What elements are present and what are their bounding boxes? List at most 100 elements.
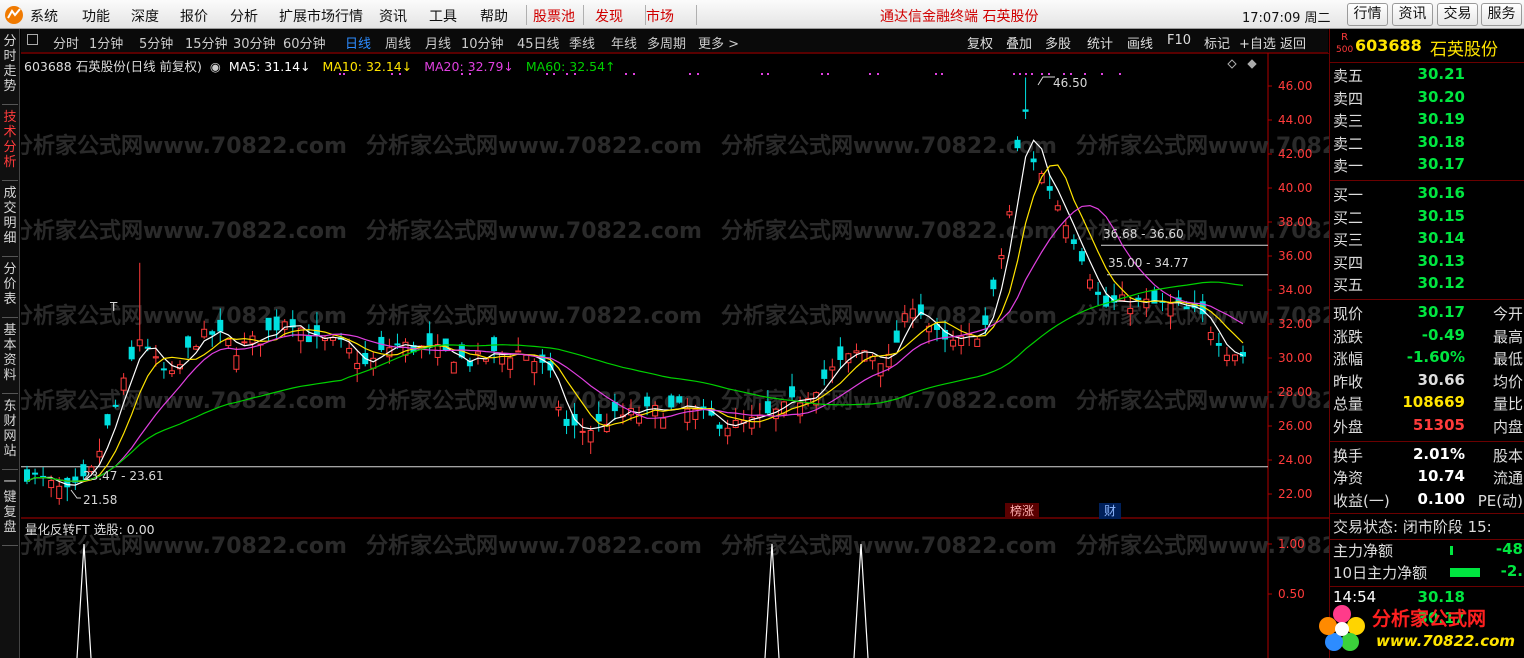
settings-icon[interactable]: ◉ (210, 59, 221, 74)
top-button-3[interactable]: 服务 (1481, 3, 1522, 26)
candle-body (1078, 251, 1085, 262)
period-tab-13[interactable]: 多周期 (647, 33, 686, 52)
top-button-2[interactable]: 交易 (1437, 3, 1478, 26)
toolbar-button-5[interactable]: F10 (1167, 33, 1191, 48)
side-tab-4[interactable]: 基本资料 (2, 323, 18, 383)
stat2-label: 净资 (1333, 469, 1364, 488)
menu-red-item-2[interactable]: 市场 (646, 6, 674, 26)
toolbar-button-4[interactable]: 画线 (1127, 33, 1153, 52)
ask-row: 卖五 30.21 (1333, 65, 1523, 87)
period-tab-11[interactable]: 季线 (569, 33, 595, 52)
candle-body (1095, 291, 1102, 295)
side-tab-2[interactable]: 成交明细 (2, 186, 18, 246)
candle-body (716, 424, 723, 429)
candle-body (531, 361, 538, 374)
kline-chart[interactable]: 分析家公式网www.70822.com 分析家公式网www.70822.com 分析… (21, 53, 1329, 658)
bid-price: 30.13 (1417, 251, 1465, 270)
stat-label-right: 最低 (1492, 350, 1523, 369)
stat2-label-right: 流通 (1492, 469, 1523, 488)
y-tick-label: 44.00 (1278, 113, 1312, 127)
candle-body (370, 357, 377, 369)
menu-red-item-1[interactable]: 发现 (595, 6, 623, 26)
candle-body (829, 366, 836, 371)
menu-item-0[interactable]: 系统 (30, 6, 58, 26)
toolbar-button-2[interactable]: 多股 (1045, 33, 1071, 52)
ma5-label: MA5: 31.14↓ (228, 59, 311, 74)
watermark-logo: 分析家公式网 www.70822.com (1312, 598, 1524, 658)
signal-dot (1013, 73, 1015, 75)
top-button-1[interactable]: 资讯 (1392, 3, 1433, 26)
side-tab-5[interactable]: 东财网站 (2, 399, 18, 459)
candle-body (233, 355, 240, 370)
signal-dot (1063, 73, 1065, 75)
bid-label: 买四 (1333, 253, 1364, 272)
period-tab-10[interactable]: 45日线 (517, 33, 560, 52)
candle-body (112, 404, 119, 407)
bg-watermark-text: 分析家公式网www.70822.com (366, 388, 702, 414)
bid-price: 30.14 (1417, 229, 1465, 248)
candle-body (474, 351, 481, 355)
menu-item-1[interactable]: 功能 (82, 6, 110, 26)
ask-label: 卖五 (1333, 67, 1364, 85)
period-tab-6[interactable]: 日线 (345, 33, 371, 52)
period-tab-8[interactable]: 月线 (425, 33, 451, 52)
quote-code: 603688 (1355, 36, 1422, 55)
period-tab-1[interactable]: 1分钟 (89, 33, 123, 52)
menu-item-5[interactable]: 扩展市场行情 (279, 6, 363, 26)
candle-body (837, 346, 844, 360)
ask-row: 卖二 30.18 (1333, 133, 1523, 155)
period-tab-3[interactable]: 15分钟 (185, 33, 228, 52)
period-tab-4[interactable]: 30分钟 (233, 33, 276, 52)
side-tab-divider (2, 180, 18, 181)
side-tab-0[interactable]: 分时走势 (2, 34, 18, 94)
period-tab-7[interactable]: 周线 (385, 33, 411, 52)
toolbar-button-6[interactable]: 标记 (1204, 33, 1230, 52)
quote-panel: R 500 603688 石英股份 卖五 30.21 卖四 30.20 卖三 30.19 卖二 30.… (1329, 29, 1524, 658)
candle-body (144, 346, 151, 349)
period-tab-5[interactable]: 60分钟 (283, 33, 326, 52)
stat-row: 昨收 30.66 均价 (1333, 371, 1523, 393)
toggle-sidebar-icon[interactable] (27, 34, 38, 45)
menu-item-7[interactable]: 工具 (429, 6, 457, 26)
period-tab-12[interactable]: 年线 (611, 33, 637, 52)
main-flow-label: 主力净额 (1333, 542, 1394, 561)
clock: 17:07:09 周二 (1242, 11, 1331, 26)
toolbar-button-8[interactable]: 返回 (1280, 33, 1306, 52)
menu-red-item-0[interactable]: 股票池 (533, 6, 575, 26)
main-flow-bar (1450, 546, 1453, 556)
trade-status: 交易状态: 闭市阶段 15: (1333, 516, 1523, 538)
menu-item-3[interactable]: 报价 (180, 6, 208, 26)
flow10-row: 10日主力净额 -2. (1333, 562, 1523, 584)
candle-body (1006, 211, 1013, 216)
badge-cai[interactable]: 财 (1104, 504, 1116, 518)
side-tab-6[interactable]: 一键复盘 (2, 475, 18, 535)
toolbar-button-1[interactable]: 叠加 (1006, 33, 1032, 52)
menu-item-2[interactable]: 深度 (131, 6, 159, 26)
period-tab-9[interactable]: 10分钟 (461, 33, 504, 52)
candle-body (346, 347, 353, 354)
quote-header: R 500 603688 石英股份 (1330, 29, 1524, 61)
period-tab-2[interactable]: 5分钟 (139, 33, 173, 52)
period-tab-0[interactable]: 分时 (53, 33, 79, 52)
menu-item-4[interactable]: 分析 (230, 6, 258, 26)
stat-value: 30.66 (1417, 370, 1465, 389)
side-tab-1[interactable]: 技术分析 (2, 110, 18, 170)
menu-item-8[interactable]: 帮助 (480, 6, 508, 26)
stat-value: -1.60% (1406, 348, 1465, 367)
side-tab-3[interactable]: 分价表 (2, 262, 18, 307)
bid-label: 买三 (1333, 231, 1364, 250)
toolbar-button-7[interactable]: +自选 (1239, 33, 1276, 52)
toolbar-button-0[interactable]: 复权 (967, 33, 993, 52)
period-toolbar: 分时 1分钟 5分钟 15分钟 30分钟 60分钟 日线 周线 月线 10分钟 45日线 季线 年线 多周… (21, 29, 1328, 53)
period-tab-14[interactable]: 更多 > (698, 33, 739, 52)
flow10-label: 10日主力净额 (1333, 564, 1428, 583)
flow10-bar (1450, 568, 1480, 578)
top-button-0[interactable]: 行情 (1347, 3, 1388, 26)
candle-body (1022, 109, 1029, 112)
stat2-row: 净资 10.74 流通 (1333, 467, 1523, 489)
badge-bang[interactable]: 榜涨 (1010, 503, 1034, 518)
menu-item-6[interactable]: 资讯 (379, 6, 407, 26)
toolbar-button-3[interactable]: 统计 (1087, 33, 1113, 52)
bid-label: 买五 (1333, 276, 1364, 295)
stat2-label-right: PE(动) (1477, 491, 1523, 510)
